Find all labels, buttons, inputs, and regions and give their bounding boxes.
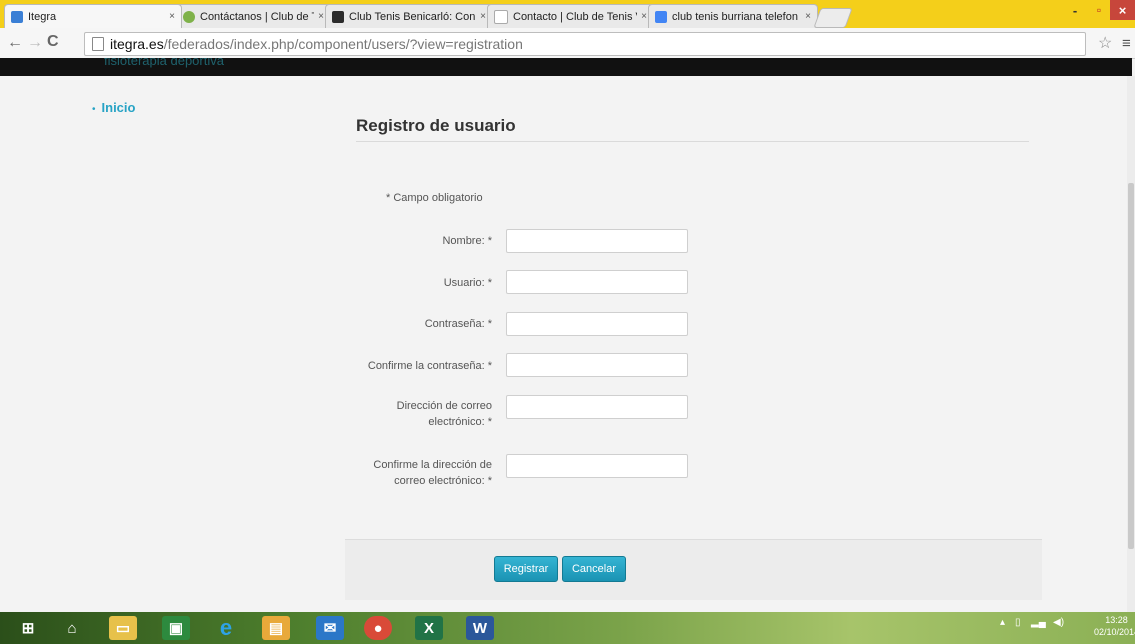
tab-close-icon[interactable]: × (805, 11, 811, 22)
clock-time: 13:28 (1105, 615, 1128, 625)
minimize-button[interactable]: - (1062, 0, 1088, 20)
excel-icon[interactable]: X (415, 616, 443, 640)
tab-close-icon[interactable]: × (480, 11, 486, 22)
tab-contacto-club[interactable]: Contacto | Club de Tenis V × (487, 4, 654, 28)
word-icon[interactable]: W (466, 616, 494, 640)
tab-label: club tenis burriana telefon (672, 10, 798, 23)
nombre-label: Nombre: * (442, 235, 492, 247)
google-favicon-icon (655, 10, 667, 23)
usuario-input[interactable] (506, 270, 688, 294)
page-favicon-icon (494, 9, 508, 24)
outlook-icon[interactable]: ✉ (316, 616, 344, 640)
email-label: Dirección de correo electrónico: * (352, 398, 492, 430)
forward-arrow-icon[interactable]: → (27, 34, 43, 52)
taskbar-clock[interactable]: 13:28 02/10/2014 (1094, 614, 1135, 638)
site-header-text: fisioterapia deportiva (104, 58, 224, 68)
tab-label: Contacto | Club de Tenis V (513, 10, 638, 23)
page-title: Registro de usuario (356, 116, 516, 135)
menu-icon[interactable]: ≡ (1122, 35, 1131, 52)
close-window-button[interactable]: × (1110, 0, 1135, 20)
windows-icon[interactable]: ⊞ (14, 616, 42, 640)
maximize-button[interactable]: ▫ (1088, 0, 1110, 20)
url-domain: itegra.es (110, 36, 164, 52)
confirm-contrasena-label: Confirme la contraseña: * (367, 360, 492, 372)
battery-icon[interactable]: ▯ (1015, 617, 1021, 628)
reload-icon[interactable]: C (47, 33, 59, 51)
back-arrow-icon[interactable]: ← (7, 34, 23, 52)
browser-toolbar: ← → C itegra.es /federados/index.php/com… (0, 28, 1135, 59)
club-favicon-icon (332, 10, 344, 23)
confirm-email-label-line2: correo electrónico: * (394, 475, 492, 487)
tab-label: Club Tenis Benicarló: Con (349, 10, 476, 23)
title-divider (356, 141, 1029, 142)
club-favicon-icon (183, 10, 195, 23)
cancelar-button[interactable]: Cancelar (562, 556, 626, 582)
store-icon[interactable]: ▣ (162, 616, 190, 640)
site-header-bar: fisioterapia deportiva (0, 58, 1132, 76)
scrollbar-thumb[interactable] (1128, 183, 1134, 549)
nav-item-label: Inicio (101, 100, 136, 115)
bullet-icon: • (92, 104, 96, 115)
tab-contactanos[interactable]: Contáctanos | Club de Ten × (176, 4, 331, 28)
itegra-favicon-icon (11, 10, 23, 23)
tab-label: Contáctanos | Club de Ten (200, 10, 314, 23)
email-label-line2: electrónico: * (428, 416, 492, 428)
confirm-email-input[interactable] (506, 454, 688, 478)
address-bar[interactable]: itegra.es /federados/index.php/component… (84, 32, 1086, 56)
contrasena-input[interactable] (506, 312, 688, 336)
page-icon (92, 37, 104, 51)
url-path: /federados/index.php/component/users/?vi… (163, 36, 523, 52)
tab-close-icon[interactable]: × (318, 11, 324, 22)
tab-label: Itegra (28, 10, 57, 23)
registrar-button[interactable]: Registrar (494, 556, 558, 582)
form-actions-bar (345, 539, 1042, 600)
chrome-icon[interactable]: ● (364, 616, 392, 640)
tab-itegra[interactable]: Itegra × (4, 4, 182, 28)
email-input[interactable] (506, 395, 688, 419)
tab-google-search[interactable]: club tenis burriana telefon × (648, 4, 818, 28)
home-icon[interactable]: ⌂ (58, 616, 86, 640)
tab-club-tenis-benicarlo[interactable]: Club Tenis Benicarló: Con × (325, 4, 493, 28)
clock-date: 02/10/2014 (1094, 627, 1135, 637)
nav-item-inicio[interactable]: • Inicio (92, 100, 135, 115)
volume-icon[interactable]: ◀) (1053, 617, 1064, 628)
internet-explorer-icon[interactable]: e (212, 615, 240, 640)
tab-close-icon[interactable]: × (169, 11, 175, 22)
nombre-input[interactable] (506, 229, 688, 253)
network-icon[interactable]: ▂▄ (1031, 617, 1046, 628)
email-label-line1: Dirección de correo (396, 400, 492, 412)
usuario-label: Usuario: * (443, 277, 492, 289)
required-note: * Campo obligatorio (386, 192, 483, 204)
photos-icon[interactable]: ▤ (262, 616, 290, 640)
confirm-email-label-line1: Confirme la dirección de (373, 459, 492, 471)
confirm-email-label: Confirme la dirección de correo electrón… (352, 457, 492, 489)
confirm-contrasena-input[interactable] (506, 353, 688, 377)
tab-close-icon[interactable]: × (641, 11, 647, 22)
tray-arrow-icon[interactable]: ▴ (1000, 617, 1005, 628)
contrasena-label: Contraseña: * (424, 318, 492, 330)
file-explorer-icon[interactable]: ▭ (109, 616, 137, 640)
bookmark-star-icon[interactable]: ☆ (1098, 33, 1112, 53)
